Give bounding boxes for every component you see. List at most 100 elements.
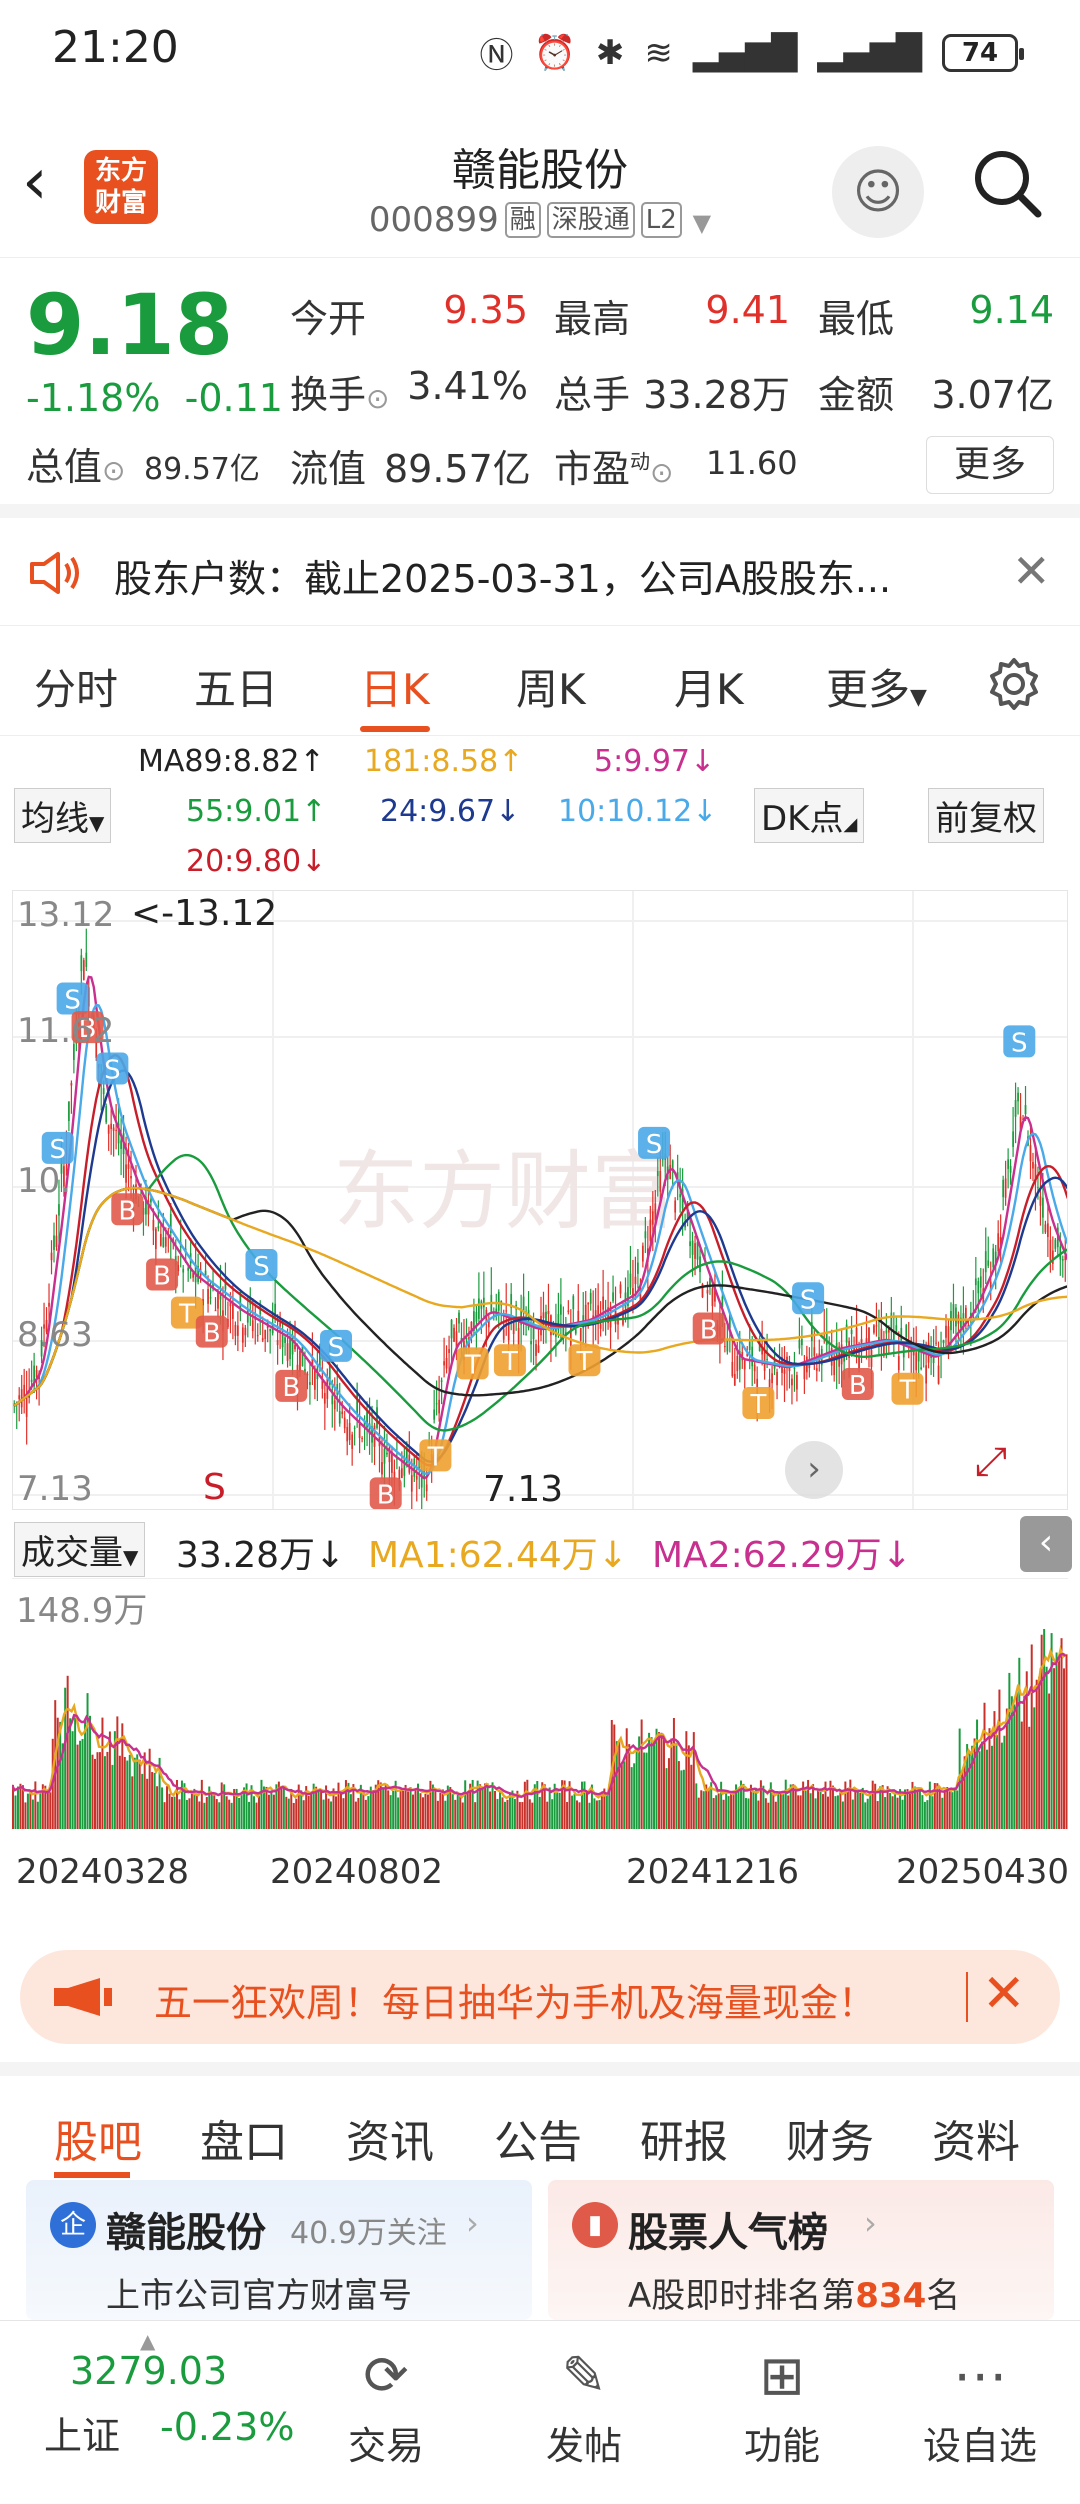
tab-monthly-k[interactable]: 月K	[674, 656, 744, 717]
nav-post[interactable]: ✎ 发帖	[524, 2341, 644, 2470]
tab-financials[interactable]: 财务	[786, 2106, 874, 2170]
svg-text:S: S	[800, 1285, 817, 1315]
index-value[interactable]: 3279.03	[70, 2349, 227, 2393]
axis-label: 10.	[17, 1161, 72, 1201]
search-icon[interactable]	[972, 148, 1042, 218]
amount-value: 3.07亿	[931, 373, 1054, 417]
dk-point-button[interactable]: DK点◢	[754, 788, 865, 843]
tab-order-book[interactable]: 盘口	[200, 2106, 288, 2170]
svg-text:B: B	[153, 1262, 171, 1292]
pe-value: 11.60	[706, 444, 798, 482]
ma-legend-item: 10:10.12↓	[558, 794, 718, 829]
caret-up-icon: ▲	[140, 2329, 156, 2353]
nav-label: 发帖	[545, 2424, 622, 2468]
svg-text:S: S	[104, 1056, 121, 1086]
settings-gear-icon[interactable]	[986, 656, 1042, 712]
indicator-selector[interactable]: 成交量▼	[14, 1522, 146, 1577]
amount-label: 金额	[818, 373, 895, 417]
more-quote-button[interactable]: 更多	[926, 436, 1054, 494]
svg-text:T: T	[576, 1347, 593, 1377]
volume-chart[interactable]: 148.9万	[10, 1578, 1068, 1829]
date-label: 20241216	[626, 1852, 800, 1892]
price-change: -1.18% -0.11	[26, 376, 283, 420]
tag-shenzhen-connect: 深股通	[546, 202, 635, 238]
nav-add-favorite[interactable]: ⋯ 设自选	[920, 2341, 1040, 2470]
promo-banner[interactable]: 五一狂欢周！每日抽华为手机及海量现金！ ✕	[20, 1950, 1060, 2044]
banner-divider	[966, 1972, 968, 2022]
svg-text:B: B	[203, 1319, 221, 1349]
tab-announcements[interactable]: 公告	[494, 2106, 582, 2170]
index-change[interactable]: -0.23%	[160, 2405, 294, 2449]
notice-text: 股东户数：截止2025-03-31，公司A股股东...	[114, 557, 892, 601]
tab-news[interactable]: 资讯	[346, 2106, 434, 2170]
ranking-title: 股票人气榜	[628, 2210, 828, 2256]
s-label: S	[203, 1467, 226, 1508]
active-tab-indicator	[360, 726, 430, 732]
ranking-text: A股即时排名第834名	[628, 2276, 961, 2316]
tag-level2: L2	[640, 202, 682, 238]
nav-functions[interactable]: ⊞ 功能	[722, 2341, 842, 2470]
turnover-value: 3.41%	[407, 364, 528, 408]
tab-forum[interactable]: 股吧	[54, 2106, 142, 2170]
index-name[interactable]: 上证	[44, 2405, 120, 2460]
svg-text:T: T	[426, 1442, 443, 1472]
tab-profile[interactable]: 资料	[932, 2106, 1020, 2170]
svg-text:S: S	[253, 1252, 270, 1282]
ma-legend-item: 181:8.58↑	[364, 744, 524, 779]
volume-ma1: MA1:62.44万↓	[368, 1535, 628, 1576]
ma-legend-item: 55:9.01↑	[186, 794, 327, 829]
max-price-label: <-13.12	[131, 893, 278, 934]
ma-legend-item: MA89:8.82↑	[138, 744, 325, 779]
speaker-icon	[30, 552, 79, 594]
kline-chart[interactable]: 东方财富 SSBSBBTBSBSBTTTTSBTSBTS 13.12 11.62…	[12, 890, 1068, 1510]
ma-selector-button[interactable]: 均线▼	[14, 788, 112, 843]
axis-label: 13.12	[17, 895, 115, 935]
svg-text:T: T	[749, 1390, 766, 1420]
svg-text:B: B	[700, 1315, 718, 1345]
company-account-card[interactable]: 企 赣能股份 40.9万关注 › 上市公司官方财富号	[26, 2180, 532, 2320]
notice-bar[interactable]: 股东户数：截止2025-03-31，公司A股股东... ✕	[0, 518, 1080, 626]
status-bar: 21:20 Ⓝ ⏰ ✱ ≋ ▂▄▆█ ▂▄▆█ 74	[0, 0, 1080, 110]
chevron-right-icon[interactable]: ›	[785, 1441, 843, 1499]
tab-weekly-k[interactable]: 周K	[516, 656, 586, 717]
close-icon[interactable]: ✕	[1012, 544, 1051, 598]
active-tab-indicator	[54, 2172, 130, 2178]
low-label: 最低	[818, 297, 895, 341]
adjustment-button[interactable]: 前复权	[928, 788, 1044, 843]
nav-trade[interactable]: ⟳ 交易	[326, 2341, 446, 2470]
nav-label: 功能	[743, 2424, 820, 2468]
assistant-robot-icon[interactable]: ☺	[832, 146, 924, 238]
svg-text:S: S	[646, 1130, 663, 1160]
svg-text:S: S	[328, 1333, 345, 1363]
chevron-right-icon: ›	[466, 2204, 479, 2242]
add-favorite-icon: ⋯	[953, 2344, 1007, 2407]
tab-research[interactable]: 研报	[640, 2106, 728, 2170]
tab-five-day[interactable]: 五日	[194, 656, 278, 717]
open-label: 今开	[290, 297, 367, 341]
chart-period-tabs: 分时 五日 日K 周K 月K 更多▼	[0, 626, 1080, 736]
dropdown-icon[interactable]: ▼	[693, 209, 711, 237]
kline-canvas: 东方财富 SSBSBBTBSBSBTT T TSBTSB TS	[13, 891, 1067, 1509]
tab-intraday[interactable]: 分时	[34, 656, 118, 717]
tag-margin: 融	[504, 202, 541, 238]
min-price-label: 7.13	[483, 1469, 564, 1510]
tab-daily-k[interactable]: 日K	[360, 656, 430, 717]
battery-icon: 74	[942, 33, 1024, 72]
collapse-panel-icon[interactable]: ‹	[1020, 1516, 1072, 1572]
axis-label: 8.63	[17, 1315, 93, 1355]
nav-label: 交易	[347, 2424, 424, 2468]
svg-text:B: B	[282, 1373, 300, 1403]
turnover-label: 换手⊙	[290, 373, 390, 417]
chevron-right-icon: ›	[864, 2204, 877, 2242]
popularity-rank-card[interactable]: ▮ 股票人气榜 › A股即时排名第834名	[548, 2180, 1054, 2320]
volume-header: 成交量▼ 33.28万↓ MA1:62.44万↓ MA2:62.29万↓ ‹	[0, 1514, 1080, 1577]
ranking-chart-icon: ▮	[572, 2202, 618, 2248]
bluetooth-icon: ✱	[595, 32, 625, 73]
stock-code: 000899	[368, 200, 499, 240]
expand-icon[interactable]: ⤢	[975, 1439, 1007, 1485]
mktcap-label: 总值⊙	[26, 445, 126, 489]
stock-header: ‹ 东方财富 赣能股份 000899 融深股通 L2 ▼ ☺	[0, 110, 1080, 258]
close-icon[interactable]: ✕	[982, 1964, 1026, 2024]
tab-more[interactable]: 更多▼	[826, 656, 927, 717]
float-value: 89.57亿	[384, 447, 531, 491]
